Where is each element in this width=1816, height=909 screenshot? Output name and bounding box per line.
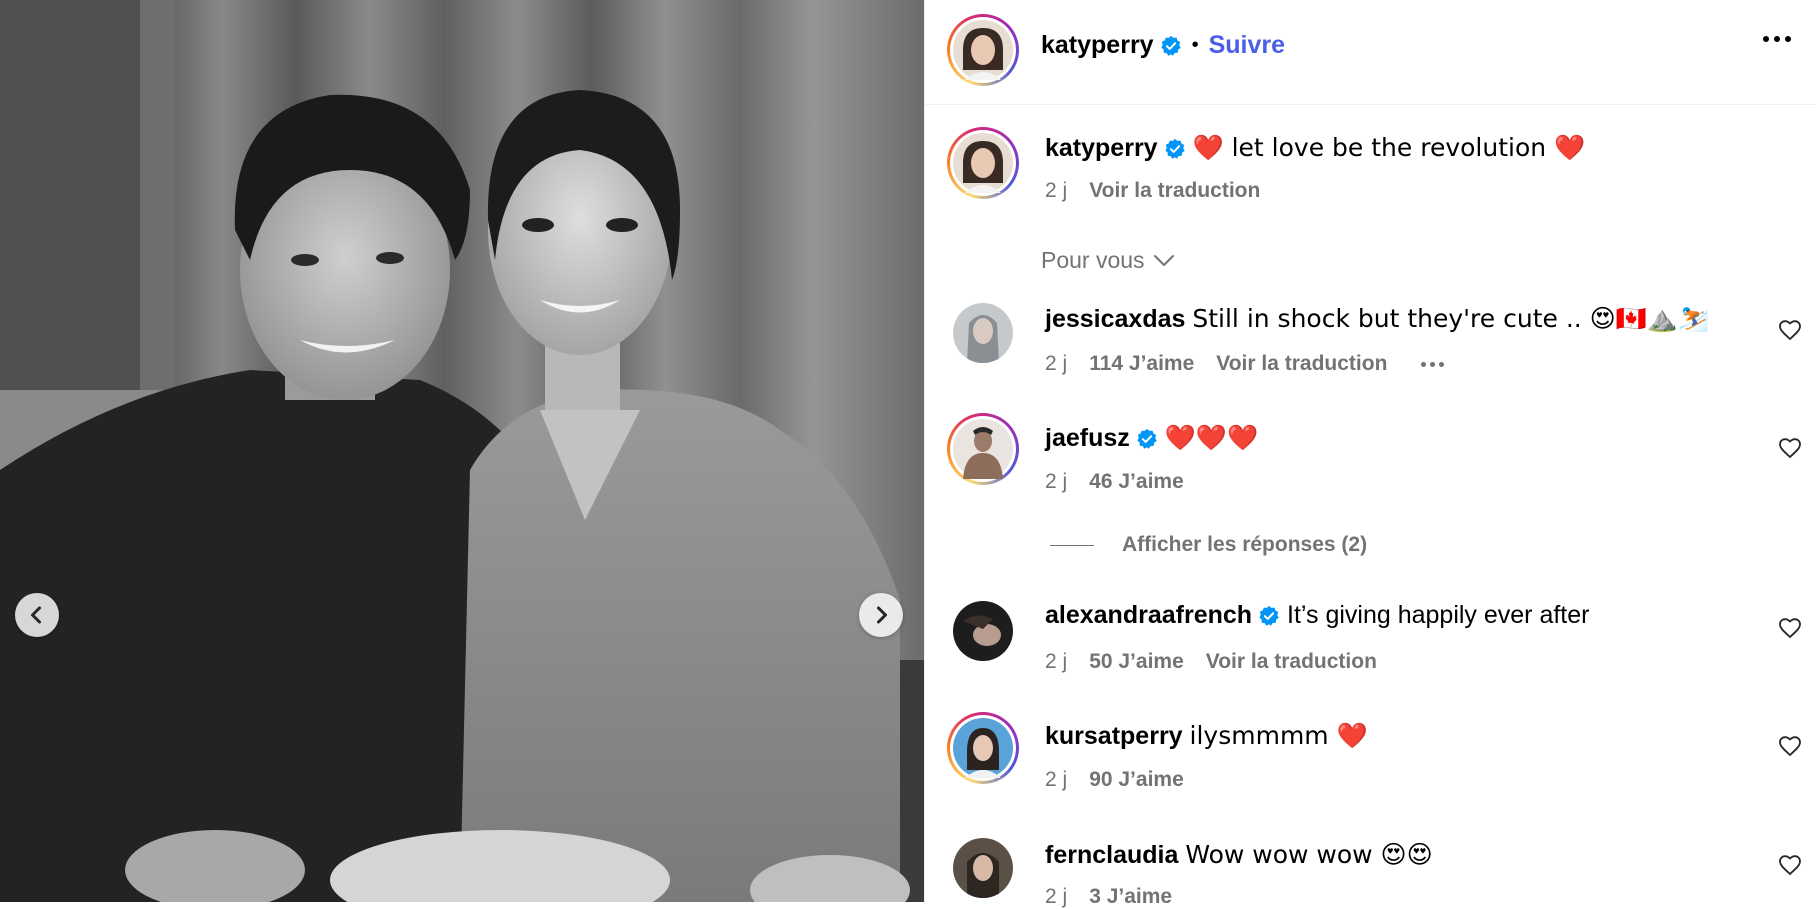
comment-time: 2 j [1045, 768, 1068, 791]
comment-time: 2 j [1045, 885, 1068, 908]
comment-item: kursatperry ilysmmmm ❤️ [1045, 721, 1368, 751]
comment-username[interactable]: jessicaxdas [1045, 305, 1185, 333]
comment-item: jessicaxdas Still in shock but they're c… [1045, 304, 1709, 334]
comment-sort-dropdown[interactable]: Pour vous [1041, 247, 1175, 274]
follow-button[interactable]: Suivre [1209, 31, 1285, 60]
author-username[interactable]: katyperry [1041, 31, 1154, 60]
comment-time: 2 j [1045, 650, 1068, 673]
caption-translate-link[interactable]: Voir la traduction [1089, 179, 1260, 203]
post-caption: katyperry ❤️ let love be the revolution … [1045, 133, 1585, 163]
heart-outline-icon[interactable] [1778, 436, 1802, 460]
comment-meta: 2 j 3 J’aime [1045, 885, 1172, 909]
replies-divider [1050, 544, 1094, 546]
commenter-avatar[interactable] [953, 838, 1013, 898]
show-replies-label: Afficher les réponses (2) [1122, 533, 1368, 556]
heart-outline-icon[interactable] [1778, 853, 1802, 877]
comment-item: alexandraafrench It’s giving happily eve… [1045, 601, 1589, 630]
caption-username[interactable]: katyperry [1045, 134, 1158, 162]
post-header: katyperry • Suivre [925, 0, 1816, 105]
comment-text: It’s giving happily ever after [1287, 601, 1590, 629]
comment-time: 2 j [1045, 470, 1068, 493]
chevron-down-icon [1153, 254, 1174, 266]
commenter-avatar[interactable] [947, 712, 1019, 784]
caption-avatar[interactable] [947, 127, 1019, 199]
heart-outline-icon[interactable] [1778, 734, 1802, 758]
carousel-next-button[interactable] [859, 593, 903, 637]
comment-translate-link[interactable]: Voir la traduction [1206, 650, 1377, 674]
comment-more-button[interactable] [1421, 361, 1445, 367]
comment-likes[interactable]: 90 J’aime [1089, 768, 1184, 792]
comment-text: Still in shock but they're cute .. 😍🇨🇦⛰️… [1192, 304, 1710, 333]
author-avatar[interactable] [947, 14, 1019, 86]
photo-image [0, 0, 924, 902]
comment-likes[interactable]: 114 J’aime [1089, 352, 1194, 376]
post-photo [0, 0, 924, 902]
comment-item: jaefusz ❤️❤️❤️ [1045, 423, 1258, 453]
commenter-avatar[interactable] [947, 413, 1019, 485]
comment-time: 2 j [1045, 352, 1068, 375]
verified-badge-icon [1137, 429, 1157, 450]
more-horizontal-icon [1763, 36, 1769, 42]
carousel-prev-button[interactable] [15, 593, 59, 637]
verified-badge-icon [1259, 606, 1279, 627]
comment-sort-label: Pour vous [1041, 247, 1145, 273]
heart-outline-icon[interactable] [1778, 616, 1802, 640]
avatar-image [953, 133, 1013, 193]
verified-badge-icon [1161, 35, 1181, 56]
comment-meta: 2 j 46 J’aime [1045, 470, 1184, 494]
more-options-button[interactable] [1763, 36, 1791, 42]
comment-item: fernclaudia Wow wow wow 😍😍 [1045, 840, 1433, 870]
avatar-image [953, 20, 1013, 80]
comment-meta: 2 j 114 J’aime Voir la traduction [1045, 352, 1445, 376]
comment-username[interactable]: fernclaudia [1045, 841, 1178, 869]
chevron-right-icon [877, 606, 887, 624]
comment-translate-link[interactable]: Voir la traduction [1216, 352, 1387, 376]
verified-badge-icon [1165, 139, 1185, 160]
comment-likes[interactable]: 46 J’aime [1089, 470, 1184, 494]
comment-text: ilysmmmm ❤️ [1189, 721, 1368, 750]
comment-likes[interactable]: 50 J’aime [1089, 650, 1184, 674]
chevron-left-icon [31, 606, 41, 624]
commenter-avatar[interactable] [953, 303, 1013, 363]
caption-text: ❤️ let love be the revolution ❤️ [1192, 133, 1586, 162]
caption-time: 2 j [1045, 179, 1068, 202]
comment-meta: 2 j 50 J’aime Voir la traduction [1045, 650, 1377, 674]
caption-meta: 2 j Voir la traduction [1045, 179, 1260, 203]
comment-username[interactable]: alexandraafrench [1045, 601, 1252, 629]
comment-username[interactable]: kursatperry [1045, 722, 1183, 750]
comment-username[interactable]: jaefusz [1045, 424, 1130, 452]
heart-outline-icon[interactable] [1778, 318, 1802, 342]
comment-text: Wow wow wow 😍😍 [1185, 840, 1433, 869]
comment-meta: 2 j 90 J’aime [1045, 768, 1184, 792]
comments-panel: katyperry • Suivre katyperry ❤️ let love… [924, 0, 1816, 908]
commenter-avatar[interactable] [953, 601, 1013, 661]
comment-text: ❤️❤️❤️ [1164, 423, 1259, 452]
separator-dot: • [1191, 34, 1199, 56]
show-replies-button[interactable]: Afficher les réponses (2) [1050, 533, 1367, 557]
comment-likes[interactable]: 3 J’aime [1089, 885, 1172, 909]
